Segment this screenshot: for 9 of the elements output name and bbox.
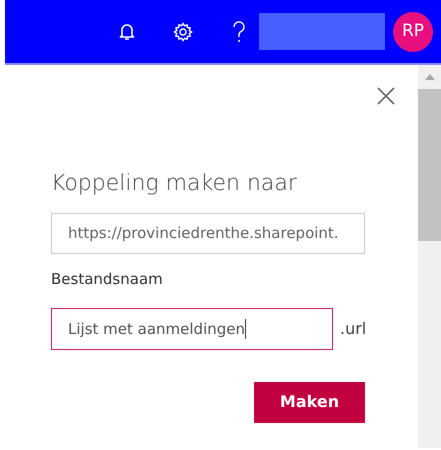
create-button[interactable]: Maken xyxy=(254,382,365,423)
dialog-title: Koppeling maken naar xyxy=(51,171,297,198)
filename-field[interactable]: Lijst met aanmeldingen xyxy=(51,308,333,350)
scrollbar-thumb[interactable] xyxy=(418,89,441,241)
extension-label: .url xyxy=(340,318,366,340)
url-field[interactable]: https://provinciedrenthe.sharepoint. xyxy=(51,213,365,254)
filename-label: Bestandsnaam xyxy=(51,269,164,290)
search-field[interactable] xyxy=(259,13,385,50)
user-avatar[interactable]: RP xyxy=(393,12,433,52)
